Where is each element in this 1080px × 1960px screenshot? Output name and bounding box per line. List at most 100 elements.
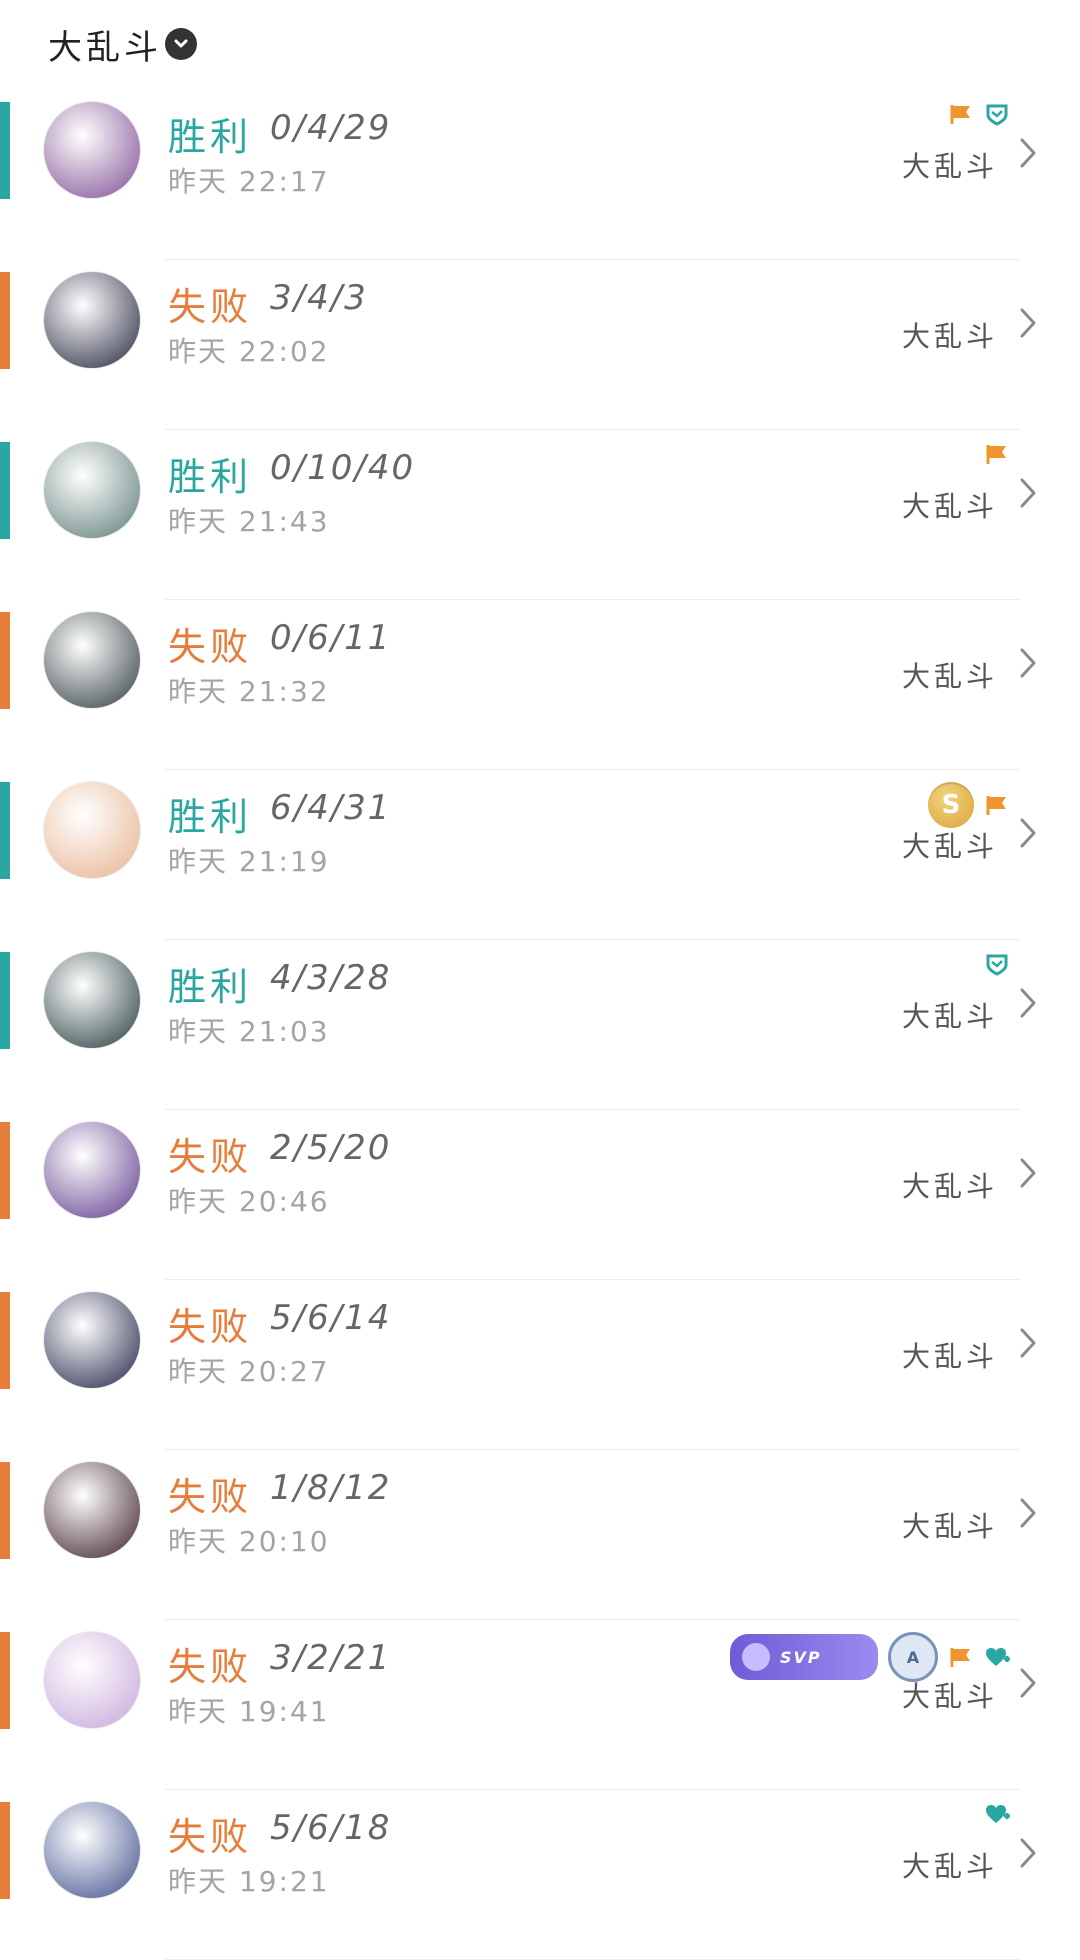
match-row[interactable]: 胜利 0/4/29 昨天 22:17 大乱斗 (0, 90, 1080, 260)
mode-title[interactable]: 大乱斗 (48, 20, 162, 69)
champion-avatar (44, 272, 140, 368)
match-time: 昨天 19:21 (168, 1865, 330, 1898)
champion-avatar (44, 612, 140, 708)
match-result: 胜利 (168, 455, 253, 499)
chevron-right-icon[interactable] (1018, 1836, 1040, 1870)
match-list: 胜利 0/4/29 昨天 22:17 大乱斗 失败 3/4/3 昨天 22:02 大乱斗 胜利 0… (0, 90, 1080, 1960)
match-kda: 2/5/20 (270, 1128, 392, 1168)
chevron-right-icon[interactable] (1018, 1326, 1040, 1360)
match-icons (948, 102, 1010, 126)
result-accent-bar (0, 952, 10, 1049)
champion-avatar (44, 102, 140, 198)
match-row[interactable]: 胜利 0/10/40 昨天 21:43 大乱斗 (0, 430, 1080, 600)
heart-plus-icon (984, 1802, 1010, 1826)
svp-gem-icon (742, 1643, 770, 1671)
champion-avatar (44, 1292, 140, 1388)
flag-icon (984, 793, 1010, 817)
match-kda: 3/2/21 (270, 1638, 392, 1678)
flag-icon (948, 102, 974, 126)
match-mode: 大乱斗 (901, 1510, 998, 1543)
result-accent-bar (0, 1462, 10, 1559)
match-mode: 大乱斗 (901, 1000, 998, 1033)
match-result: 失败 (168, 1475, 253, 1519)
result-accent-bar (0, 102, 10, 199)
match-result: 失败 (168, 1815, 253, 1859)
chevron-right-icon[interactable] (1018, 986, 1040, 1020)
match-icons (984, 442, 1010, 466)
match-row[interactable]: 胜利 6/4/31 昨天 21:19 S 大乱斗 (0, 770, 1080, 940)
match-row[interactable]: 失败 2/5/20 昨天 20:46 大乱斗 (0, 1110, 1080, 1280)
match-kda: 5/6/14 (270, 1298, 392, 1338)
shield-icon (984, 952, 1010, 976)
match-mode: 大乱斗 (901, 490, 998, 523)
svp-badge: SVP (730, 1634, 878, 1680)
match-icons (984, 1802, 1010, 1826)
match-mode: 大乱斗 (901, 1170, 998, 1203)
match-kda: 3/4/3 (270, 278, 368, 318)
result-accent-bar (0, 272, 10, 369)
match-time: 昨天 21:32 (168, 675, 330, 708)
shield-icon (984, 102, 1010, 126)
match-result: 胜利 (168, 965, 253, 1009)
champion-avatar (44, 952, 140, 1048)
champion-avatar (44, 1122, 140, 1218)
champion-avatar (44, 1632, 140, 1728)
chevron-right-icon[interactable] (1018, 136, 1040, 170)
match-result: 失败 (168, 1305, 253, 1349)
flag-icon (948, 1645, 974, 1669)
match-mode: 大乱斗 (901, 660, 998, 693)
coin-icon: S (928, 782, 974, 828)
match-kda: 0/10/40 (270, 448, 416, 488)
champion-avatar (44, 1802, 140, 1898)
chevron-down-icon[interactable] (165, 28, 197, 60)
match-time: 昨天 22:17 (168, 165, 330, 198)
match-kda: 1/8/12 (270, 1468, 392, 1508)
match-time: 昨天 20:10 (168, 1525, 330, 1558)
chevron-right-icon[interactable] (1018, 1496, 1040, 1530)
match-row[interactable]: 胜利 4/3/28 昨天 21:03 大乱斗 (0, 940, 1080, 1110)
champion-avatar (44, 1462, 140, 1558)
match-icons: S (928, 782, 1010, 828)
match-row[interactable]: 失败 5/6/18 昨天 19:21 大乱斗 (0, 1790, 1080, 1960)
match-result: 失败 (168, 285, 253, 329)
result-accent-bar (0, 1292, 10, 1389)
match-result: 胜利 (168, 115, 253, 159)
match-time: 昨天 21:43 (168, 505, 330, 538)
chevron-right-icon[interactable] (1018, 816, 1040, 850)
match-time: 昨天 20:46 (168, 1185, 330, 1218)
result-accent-bar (0, 1122, 10, 1219)
match-result: 失败 (168, 1135, 253, 1179)
match-time: 昨天 22:02 (168, 335, 330, 368)
match-time: 昨天 21:03 (168, 1015, 330, 1048)
result-accent-bar (0, 782, 10, 879)
chevron-right-icon[interactable] (1018, 306, 1040, 340)
match-row[interactable]: 失败 3/4/3 昨天 22:02 大乱斗 (0, 260, 1080, 430)
flag-icon (984, 442, 1010, 466)
match-mode: 大乱斗 (901, 320, 998, 353)
chevron-right-icon[interactable] (1018, 1156, 1040, 1190)
chevron-right-icon[interactable] (1018, 476, 1040, 510)
match-result: 胜利 (168, 795, 253, 839)
match-icons (984, 952, 1010, 976)
match-row[interactable]: 失败 1/8/12 昨天 20:10 大乱斗 (0, 1450, 1080, 1620)
match-row[interactable]: 失败 5/6/14 昨天 20:27 大乱斗 (0, 1280, 1080, 1450)
match-mode: 大乱斗 (901, 1680, 998, 1713)
match-result: 失败 (168, 1645, 253, 1689)
match-mode: 大乱斗 (901, 1850, 998, 1883)
match-kda: 0/6/11 (270, 618, 392, 658)
match-time: 昨天 21:19 (168, 845, 330, 878)
match-kda: 5/6/18 (270, 1808, 392, 1848)
result-accent-bar (0, 1632, 10, 1729)
match-row[interactable]: 失败 0/6/11 昨天 21:32 大乱斗 (0, 600, 1080, 770)
chevron-right-icon[interactable] (1018, 1666, 1040, 1700)
match-kda: 0/4/29 (270, 108, 392, 148)
svp-label: SVP (780, 1647, 822, 1667)
result-accent-bar (0, 1802, 10, 1899)
chevron-right-icon[interactable] (1018, 646, 1040, 680)
match-row[interactable]: 失败 3/2/21 昨天 19:41 SVP A 大乱斗 (0, 1620, 1080, 1790)
match-kda: 6/4/31 (270, 788, 392, 828)
champion-avatar (44, 782, 140, 878)
champion-avatar (44, 442, 140, 538)
match-mode: 大乱斗 (901, 830, 998, 863)
match-mode: 大乱斗 (901, 150, 998, 183)
